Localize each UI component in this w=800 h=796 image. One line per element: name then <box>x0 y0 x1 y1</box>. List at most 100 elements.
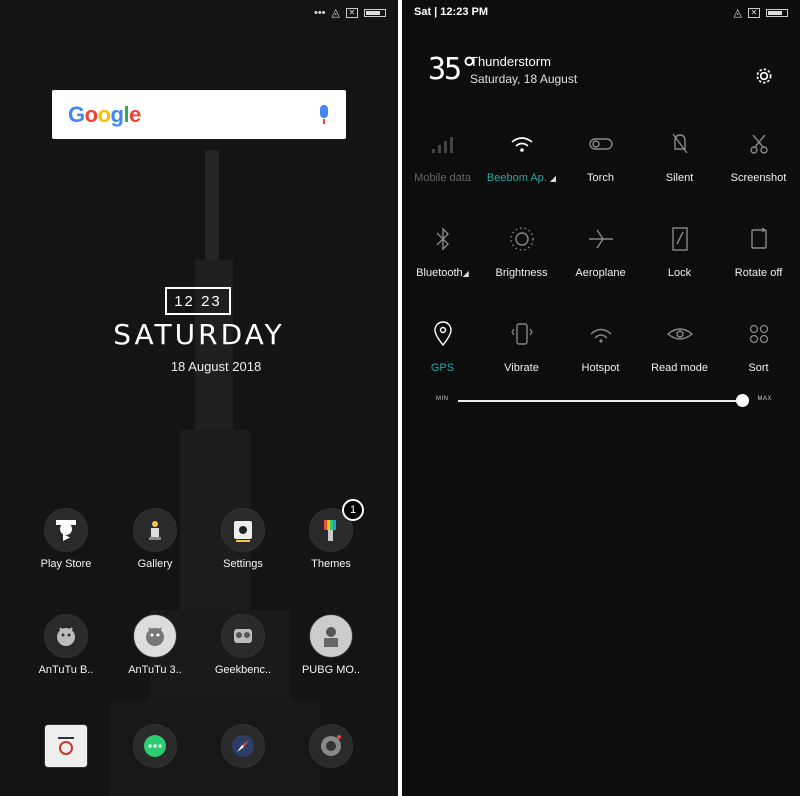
tile-wifi[interactable]: Beebom Ap. ◢ <box>482 130 561 184</box>
app-gallery[interactable]: Gallery <box>115 508 195 570</box>
weather-temperature: 35° <box>428 52 478 87</box>
tile-label: Vibrate <box>504 362 539 374</box>
app-label: Themes <box>311 558 351 570</box>
home-screen: ••• ◬ ✕ Google 12 23 SATURDAY 18 August … <box>0 0 398 796</box>
signal-icon: ◬ <box>733 7 742 19</box>
status-bar: ••• ◬ ✕ <box>314 6 386 19</box>
tile-label: Sort <box>748 362 769 374</box>
lock-icon <box>666 225 694 253</box>
tile-mobile-data[interactable]: Mobile data <box>403 130 482 184</box>
slider-knob[interactable] <box>736 394 749 407</box>
app-themes[interactable]: 1 Themes <box>291 499 371 570</box>
slider-min-label: MIN <box>436 396 449 402</box>
themes-brush-icon: 1 <box>309 499 364 552</box>
clock-date: 18 August 2018 <box>170 359 262 374</box>
tile-label: Mobile data <box>414 172 471 184</box>
signal-icon: ◬ <box>331 7 340 19</box>
rotate-icon <box>745 225 773 253</box>
app-label: Settings <box>223 558 263 570</box>
tile-brightness[interactable]: Brightness <box>482 225 561 279</box>
tile-sort[interactable]: Sort <box>719 320 798 374</box>
grid-icon <box>745 320 773 348</box>
tile-silent[interactable]: Silent <box>640 130 719 184</box>
app-geekbench[interactable]: Geekbenc.. <box>203 614 283 676</box>
battery-icon <box>766 8 788 17</box>
gallery-icon <box>133 508 177 552</box>
brightness-slider[interactable]: MIN MAX <box>432 393 772 409</box>
app-antutu-benchmark[interactable]: AnTuTu B.. <box>26 614 106 676</box>
vibrate-icon <box>508 320 536 348</box>
tile-aeroplane[interactable]: Aeroplane <box>561 225 640 279</box>
notification-badge: 1 <box>342 499 364 521</box>
phone-icon <box>44 724 88 768</box>
app-camera[interactable] <box>291 724 371 768</box>
app-label: Play Store <box>40 558 92 570</box>
status-bar-icons: ◬ ✕ <box>734 6 788 19</box>
tile-lock[interactable]: Lock <box>640 225 719 279</box>
app-play-store[interactable]: Play Store <box>26 508 106 570</box>
tile-label: Lock <box>667 267 692 279</box>
tile-label: Aeroplane <box>575 267 626 279</box>
silent-icon <box>666 130 694 158</box>
no-sim-icon: ✕ <box>346 7 358 18</box>
app-label: PUBG MO.. <box>301 664 361 676</box>
app-browser[interactable] <box>203 724 283 768</box>
compass-icon <box>221 724 265 768</box>
app-messages[interactable] <box>115 724 195 768</box>
status-time: Sat | 12:23 PM <box>414 6 488 18</box>
slider-track[interactable] <box>458 400 742 402</box>
tile-label: GPS <box>430 362 455 374</box>
gear-icon[interactable] <box>754 66 774 86</box>
tile-hotspot[interactable]: Hotspot <box>561 320 640 374</box>
tile-torch[interactable]: Torch <box>561 130 640 184</box>
settings-chip-icon <box>221 508 265 552</box>
app-antutu-3d[interactable]: AnTuTu 3.. <box>115 614 195 676</box>
tile-label: Brightness <box>495 267 548 279</box>
no-sim-icon: ✕ <box>748 7 760 18</box>
signal-icon <box>429 130 457 158</box>
camera-icon <box>309 724 353 768</box>
bluetooth-icon <box>429 225 457 253</box>
app-label: Gallery <box>137 558 173 570</box>
tile-label: Hotspot <box>581 362 620 374</box>
torch-icon <box>587 130 615 158</box>
weather-condition: Thunderstorm <box>470 54 551 69</box>
tile-gps[interactable]: GPS <box>403 320 482 374</box>
gps-icon <box>429 320 457 348</box>
tile-screenshot[interactable]: Screenshot <box>719 130 798 184</box>
tile-rotate[interactable]: Rotate off <box>719 225 798 279</box>
wallpaper-tower <box>205 150 219 270</box>
app-label: Geekbenc.. <box>214 664 272 676</box>
brightness-icon <box>508 225 536 253</box>
weather-date: Saturday, 18 August <box>470 72 578 86</box>
tile-read-mode[interactable]: Read mode <box>640 320 719 374</box>
microphone-icon[interactable] <box>318 104 330 125</box>
app-pubg-mobile[interactable]: PUBG MO.. <box>291 614 371 676</box>
clock-day: SATURDAY <box>113 318 285 351</box>
quick-settings-panel: Sat | 12:23 PM ◬ ✕ 35° Thunderstorm Satu… <box>402 0 800 796</box>
antutu-3d-icon <box>133 614 177 658</box>
tile-label: Read mode <box>651 362 708 374</box>
app-dialer[interactable] <box>26 724 106 768</box>
google-search-bar[interactable]: Google <box>52 90 346 139</box>
eye-icon <box>666 320 694 348</box>
app-label: AnTuTu 3.. <box>128 664 182 676</box>
clock-time: 12 23 <box>165 287 231 315</box>
messages-icon <box>133 724 177 768</box>
tile-label: Screenshot <box>730 172 787 184</box>
pubg-icon <box>309 614 353 658</box>
tile-vibrate[interactable]: Vibrate <box>482 320 561 374</box>
app-label: AnTuTu B.. <box>38 664 94 676</box>
tile-label: Torch <box>587 172 614 184</box>
antutu-icon <box>44 614 88 658</box>
app-settings[interactable]: Settings <box>203 508 283 570</box>
scissors-icon <box>745 130 773 158</box>
google-logo: Google <box>68 101 141 127</box>
tile-label: Rotate off <box>734 267 783 279</box>
hotspot-icon <box>587 320 615 348</box>
tile-bluetooth[interactable]: Bluetooth◢ <box>403 225 482 279</box>
tile-label: Silent <box>665 172 694 184</box>
weather-info: Thunderstorm Saturday, 18 August <box>470 54 577 86</box>
geekbench-icon <box>221 614 265 658</box>
tile-label: Beebom Ap. ◢ <box>486 172 557 184</box>
